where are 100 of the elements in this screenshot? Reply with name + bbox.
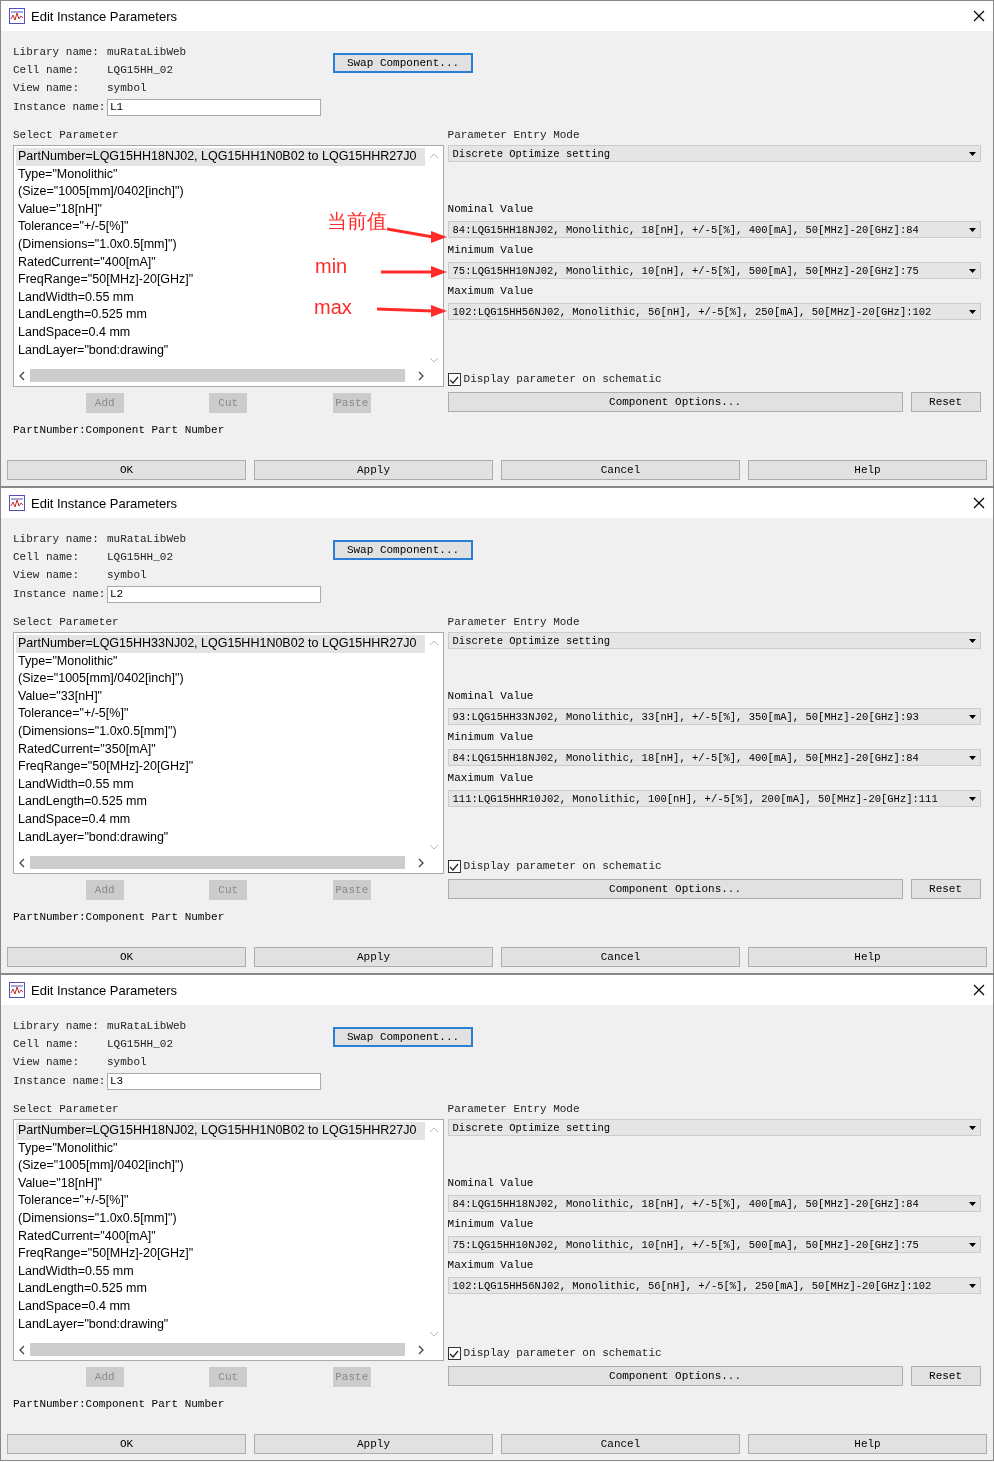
- dialog-button[interactable]: Apply: [254, 460, 493, 480]
- parameter-item[interactable]: PartNumber=LQG15HH18NJ02, LQG15HH1N0B02 to LQG15HHR27J0: [16, 148, 425, 166]
- value-dropdown[interactable]: 84:LQG15HH18NJ02, Monolithic, 18[nH], +/-5[%], 400[mA], 50[MHz]-20[GHz]:84: [447, 221, 981, 238]
- parameter-item[interactable]: (Size="1005[mm]/0402[inch]"): [16, 670, 184, 688]
- parameter-item[interactable]: Tolerance="+/-5[%]": [16, 218, 129, 236]
- parameter-item[interactable]: LandWidth=0.55 mm: [16, 288, 134, 307]
- swap-component-button[interactable]: Swap Component...: [333, 1027, 473, 1047]
- field-value: muRataLibWeb: [107, 1019, 188, 1034]
- parameter-item[interactable]: RatedCurrent="400[mA]": [16, 253, 156, 272]
- parameter-item[interactable]: Type="Monolithic": [16, 165, 118, 184]
- reset-button[interactable]: Reset: [910, 1366, 981, 1386]
- dialog-button[interactable]: Help: [748, 460, 987, 480]
- parameter-item[interactable]: FreqRange="50[MHz]-20[GHz]": [16, 271, 194, 289]
- value-label: Nominal Value: [447, 1176, 535, 1191]
- entry-mode-dropdown[interactable]: Discrete Optimize setting: [447, 1119, 981, 1136]
- scroll-left-icon[interactable]: [18, 370, 26, 381]
- dialog-button[interactable]: OK: [7, 1434, 246, 1454]
- value-dropdown[interactable]: 84:LQG15HH18NJ02, Monolithic, 18[nH], +/-5[%], 400[mA], 50[MHz]-20[GHz]:84: [447, 749, 981, 766]
- value-dropdown[interactable]: 102:LQG15HH56NJ02, Monolithic, 56[nH], +/-5[%], 250[mA], 50[MHz]-20[GHz]:102: [447, 303, 981, 320]
- dialog-button[interactable]: OK: [7, 460, 246, 480]
- scroll-right-icon[interactable]: [416, 857, 425, 868]
- dialog-button[interactable]: Help: [748, 947, 987, 967]
- parameter-item[interactable]: Tolerance="+/-5[%]": [16, 1192, 129, 1210]
- close-icon[interactable]: [973, 497, 985, 509]
- parameter-item[interactable]: FreqRange="50[MHz]-20[GHz]": [16, 758, 194, 776]
- field-label: Instance name:: [13, 1074, 107, 1089]
- entry-mode-dropdown[interactable]: Discrete Optimize setting: [447, 145, 981, 162]
- parameter-item[interactable]: Type="Monolithic": [16, 1139, 118, 1158]
- dialog-button[interactable]: Apply: [254, 947, 493, 967]
- component-options-button[interactable]: Component Options...: [447, 879, 903, 899]
- parameter-item[interactable]: Tolerance="+/-5[%]": [16, 705, 129, 723]
- parameter-item[interactable]: LandLength=0.525 mm: [16, 1280, 147, 1298]
- scroll-left-icon[interactable]: [18, 1344, 26, 1355]
- parameter-item[interactable]: LandLength=0.525 mm: [16, 306, 147, 324]
- value-dropdown[interactable]: 75:LQG15HH10NJ02, Monolithic, 10[nH], +/-5[%], 500[mA], 50[MHz]-20[GHz]:75: [447, 1236, 981, 1253]
- reset-button[interactable]: Reset: [910, 392, 981, 412]
- parameter-item[interactable]: LandWidth=0.55 mm: [16, 1262, 134, 1281]
- swap-component-button[interactable]: Swap Component...: [333, 540, 473, 560]
- value-dropdown[interactable]: 84:LQG15HH18NJ02, Monolithic, 18[nH], +/-5[%], 400[mA], 50[MHz]-20[GHz]:84: [447, 1195, 981, 1212]
- instance-name-field[interactable]: L3: [107, 1073, 321, 1090]
- parameter-item[interactable]: RatedCurrent="400[mA]": [16, 1227, 156, 1246]
- scrollbar-thumb[interactable]: [30, 369, 405, 382]
- parameter-item[interactable]: FreqRange="50[MHz]-20[GHz]": [16, 1245, 194, 1263]
- instance-name-field[interactable]: L2: [107, 586, 321, 603]
- parameter-item[interactable]: LandSpace=0.4 mm: [16, 1297, 131, 1316]
- entry-mode-dropdown[interactable]: Discrete Optimize setting: [447, 632, 981, 649]
- parameter-item[interactable]: LandSpace=0.4 mm: [16, 810, 131, 829]
- value-label: Maximum Value: [447, 771, 535, 786]
- dialog-button[interactable]: Cancel: [501, 1434, 740, 1454]
- parameter-item[interactable]: (Dimensions="1.0x0.5[mm]"): [16, 235, 177, 254]
- parameter-item[interactable]: LandSpace=0.4 mm: [16, 323, 131, 342]
- parameter-item[interactable]: LandWidth=0.55 mm: [16, 775, 134, 794]
- component-options-button[interactable]: Component Options...: [447, 392, 903, 412]
- parameter-item[interactable]: Value="33[nH]": [16, 687, 103, 706]
- value-dropdown[interactable]: 75:LQG15HH10NJ02, Monolithic, 10[nH], +/-5[%], 500[mA], 50[MHz]-20[GHz]:75: [447, 262, 981, 279]
- close-icon[interactable]: [973, 10, 985, 22]
- parameter-item[interactable]: (Dimensions="1.0x0.5[mm]"): [16, 1209, 177, 1228]
- display-checkbox[interactable]: [447, 373, 461, 386]
- field-label: Cell name:: [13, 1037, 80, 1052]
- value-dropdown[interactable]: 111:LQG15HHR10J02, Monolithic, 100[nH], +/-5[%], 200[mA], 50[MHz]-20[GHz]:111: [447, 790, 981, 807]
- parameter-item[interactable]: PartNumber=LQG15HH33NJ02, LQG15HH1N0B02 to LQG15HHR27J0: [16, 635, 425, 653]
- swap-component-button[interactable]: Swap Component...: [333, 53, 473, 73]
- field-label: View name:: [13, 568, 80, 583]
- display-checkbox[interactable]: [447, 860, 461, 873]
- component-options-button[interactable]: Component Options...: [447, 1366, 903, 1386]
- dialog-button[interactable]: Apply: [254, 1434, 493, 1454]
- field-value: symbol: [107, 1055, 148, 1070]
- value-label: Minimum Value: [447, 1217, 535, 1232]
- parameter-item[interactable]: PartNumber=LQG15HH18NJ02, LQG15HH1N0B02 to LQG15HHR27J0: [16, 1122, 425, 1140]
- dialog-button[interactable]: Cancel: [501, 460, 740, 480]
- scrollbar-thumb[interactable]: [30, 1343, 405, 1356]
- parameter-item[interactable]: (Dimensions="1.0x0.5[mm]"): [16, 722, 177, 741]
- scroll-left-icon[interactable]: [18, 857, 26, 868]
- scrollbar-thumb[interactable]: [30, 856, 405, 869]
- dialog-button[interactable]: Cancel: [501, 947, 740, 967]
- dialog-button[interactable]: OK: [7, 947, 246, 967]
- value-dropdown[interactable]: 93:LQG15HH33NJ02, Monolithic, 33[nH], +/-5[%], 350[mA], 50[MHz]-20[GHz]:93: [447, 708, 981, 725]
- parameter-item[interactable]: LandLayer="bond:drawing": [16, 341, 169, 360]
- parameter-item[interactable]: (Size="1005[mm]/0402[inch]"): [16, 183, 184, 201]
- display-checkbox[interactable]: [447, 1347, 461, 1360]
- dropdown-caret-icon: [969, 638, 976, 643]
- parameter-item[interactable]: (Size="1005[mm]/0402[inch]"): [16, 1157, 184, 1175]
- close-icon[interactable]: [973, 984, 985, 996]
- scroll-right-icon[interactable]: [416, 370, 425, 381]
- parameter-item[interactable]: Type="Monolithic": [16, 652, 118, 671]
- check-icon: [449, 375, 460, 384]
- check-icon: [449, 1349, 460, 1358]
- parameter-item[interactable]: Value="18[nH]": [16, 200, 103, 219]
- parameter-item[interactable]: LandLength=0.525 mm: [16, 793, 147, 811]
- reset-button[interactable]: Reset: [910, 879, 981, 899]
- parameter-item[interactable]: Value="18[nH]": [16, 1174, 103, 1193]
- parameter-item[interactable]: LandLayer="bond:drawing": [16, 1315, 169, 1334]
- parameter-item[interactable]: RatedCurrent="350[mA]": [16, 740, 156, 759]
- value-dropdown[interactable]: 102:LQG15HH56NJ02, Monolithic, 56[nH], +/-5[%], 250[mA], 50[MHz]-20[GHz]:102: [447, 1277, 981, 1294]
- dialog-button[interactable]: Help: [748, 1434, 987, 1454]
- field-value: symbol: [107, 568, 148, 583]
- scroll-right-icon[interactable]: [416, 1344, 425, 1355]
- instance-name-field[interactable]: L1: [107, 99, 321, 116]
- field-value: LQG15HH_02: [107, 1037, 174, 1052]
- parameter-item[interactable]: LandLayer="bond:drawing": [16, 828, 169, 847]
